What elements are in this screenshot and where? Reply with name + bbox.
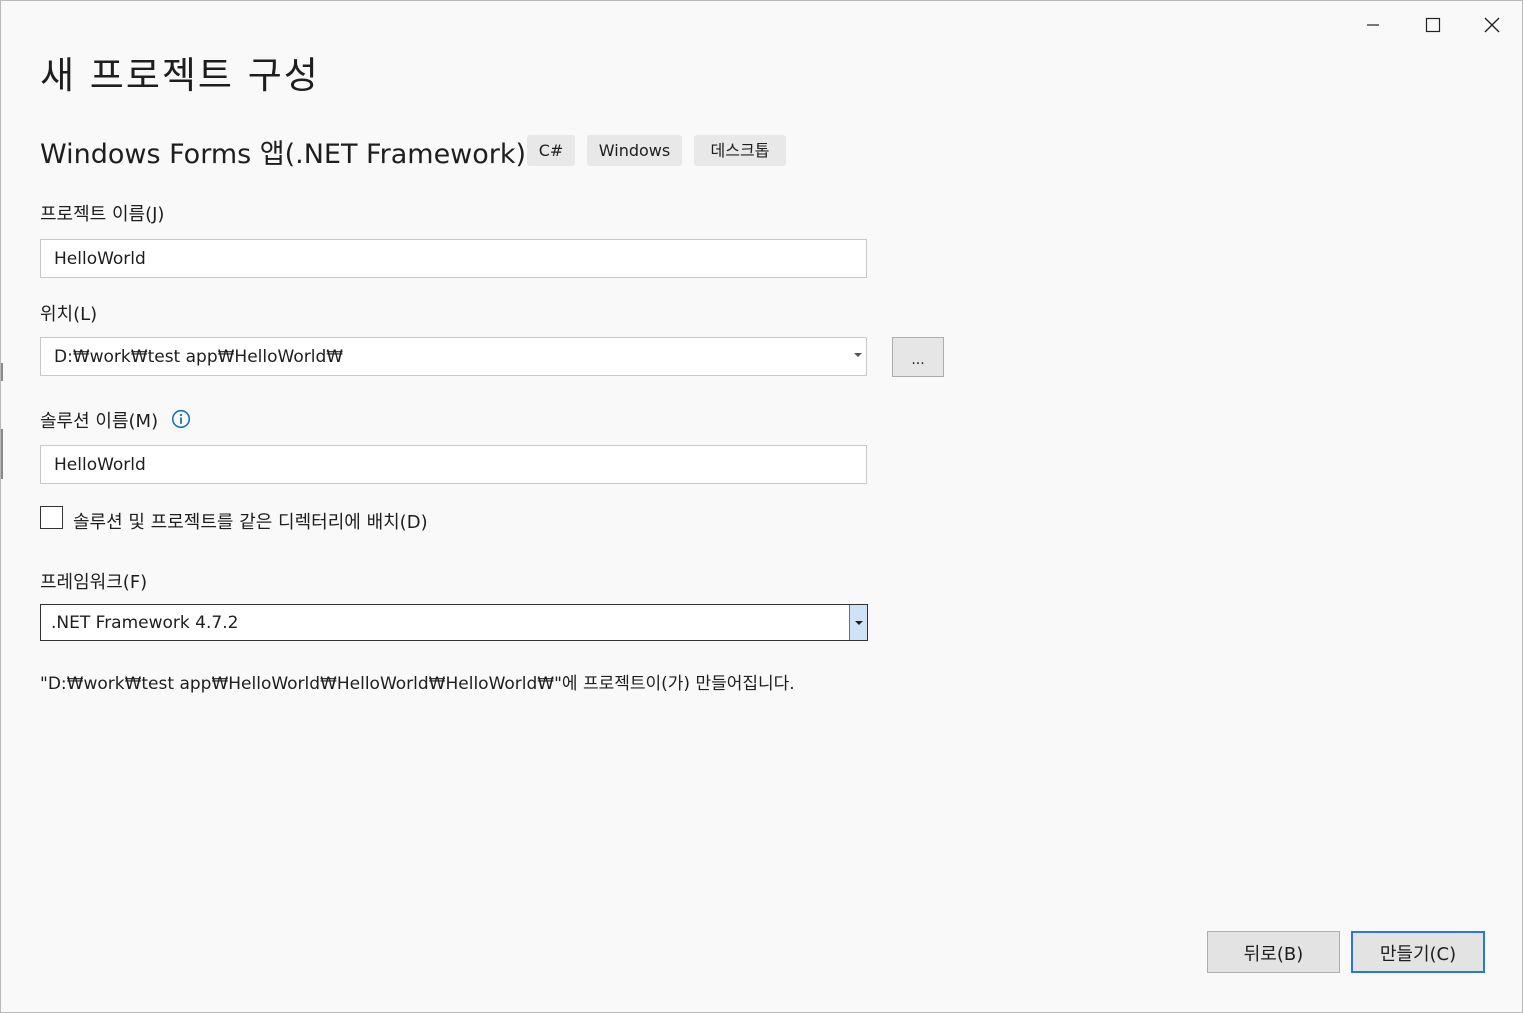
minimize-icon[interactable] [1353, 11, 1393, 39]
location-combobox[interactable] [40, 337, 867, 376]
project-name-input[interactable] [41, 240, 854, 277]
page-title: 새 프로젝트 구성 [40, 54, 320, 97]
framework-select[interactable]: .NET Framework 4.7.2 [40, 604, 868, 641]
maximize-icon[interactable] [1413, 11, 1453, 39]
create-button[interactable]: 만들기(C) [1351, 931, 1485, 973]
tag-language: C# [527, 135, 575, 166]
close-icon[interactable] [1472, 11, 1512, 39]
output-path-note: "D:₩work₩test app₩HelloWorld₩HelloWorld₩… [40, 674, 795, 694]
framework-value: .NET Framework 4.7.2 [51, 613, 239, 633]
same-directory-label[interactable]: 솔루션 및 프로젝트를 같은 디렉터리에 배치(D) [73, 508, 428, 534]
location-label: 위치(L) [40, 304, 98, 325]
tag-project-type: 데스크톱 [694, 135, 786, 166]
tag-platform: Windows [587, 135, 682, 166]
chevron-down-icon [855, 621, 863, 625]
same-directory-checkbox[interactable] [40, 506, 63, 529]
solution-name-field[interactable] [40, 445, 867, 484]
framework-label: 프레임워크(F) [40, 572, 148, 593]
chevron-down-icon[interactable] [854, 353, 862, 357]
project-name-field[interactable] [40, 239, 867, 278]
window-edge-mark [1, 429, 3, 479]
solution-name-input[interactable] [41, 446, 854, 483]
template-name: Windows Forms 앱(.NET Framework) [40, 139, 527, 170]
project-name-label: 프로젝트 이름(J) [40, 204, 165, 225]
window-edge-mark [1, 363, 3, 381]
browse-button[interactable]: ... [892, 337, 944, 377]
solution-name-label: 솔루션 이름(M) [40, 411, 159, 432]
info-icon[interactable] [171, 409, 191, 433]
location-input[interactable] [41, 338, 854, 375]
dialog-window: 새 프로젝트 구성 Windows Forms 앱(.NET Framework… [0, 0, 1523, 1013]
framework-dropdown-button[interactable] [849, 605, 867, 640]
back-button[interactable]: 뒤로(B) [1207, 931, 1340, 973]
